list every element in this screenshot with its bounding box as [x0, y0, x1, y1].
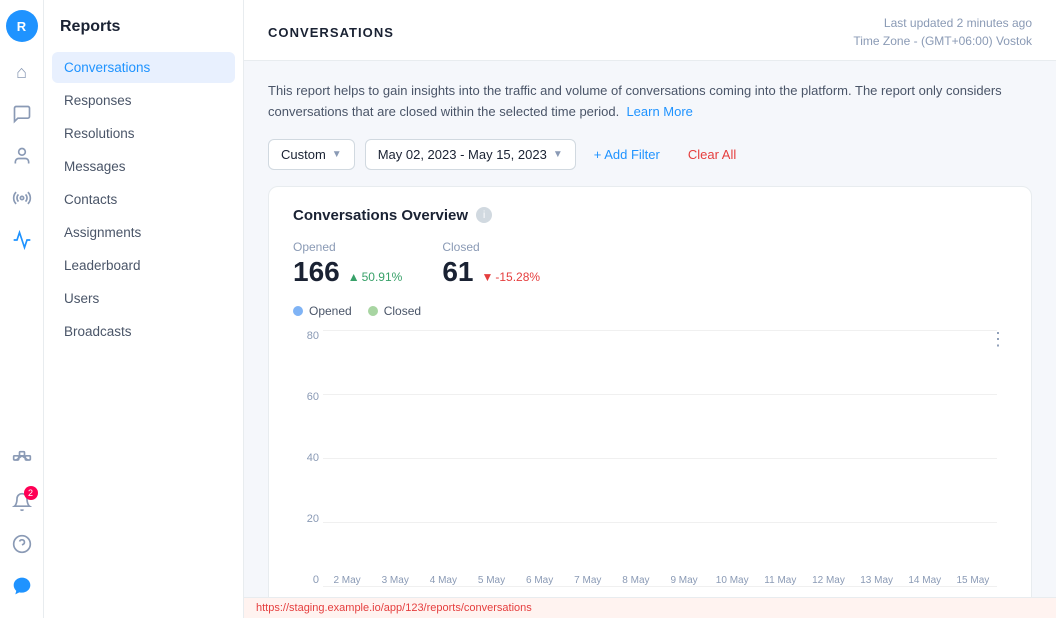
chat-icon[interactable]	[4, 96, 40, 132]
status-bar: https://staging.example.io/app/123/repor…	[244, 597, 1056, 618]
opened-stat: Opened 166 ▲ 50.91%	[293, 240, 402, 288]
y-axis: 80 60 40 20 0	[293, 330, 319, 586]
sidebar-item-users[interactable]: Users	[52, 283, 235, 314]
content-area: This report helps to gain insights into …	[244, 61, 1056, 597]
chatwoot-icon	[4, 568, 40, 604]
sidebar: Reports Conversations Responses Resoluti…	[44, 0, 244, 618]
opened-value-row: 166 ▲ 50.91%	[293, 256, 402, 288]
org-icon[interactable]	[4, 442, 40, 478]
x-label: 9 May	[660, 575, 708, 586]
sidebar-title: Reports	[44, 0, 243, 48]
sidebar-nav: Conversations Responses Resolutions Mess…	[44, 48, 243, 351]
x-label: 10 May	[708, 575, 756, 586]
sidebar-item-leaderboard[interactable]: Leaderboard	[52, 250, 235, 281]
contact-icon[interactable]	[4, 138, 40, 174]
sidebar-item-conversations[interactable]: Conversations	[52, 52, 235, 83]
chevron-down-icon: ▼	[553, 149, 563, 160]
x-label: 13 May	[853, 575, 901, 586]
info-icon[interactable]: i	[476, 207, 492, 223]
broadcast-icon[interactable]	[4, 180, 40, 216]
x-label: 12 May	[804, 575, 852, 586]
x-label: 6 May	[516, 575, 564, 586]
x-label: 2 May	[323, 575, 371, 586]
filter-type-select[interactable]: Custom ▼	[268, 139, 355, 170]
x-label: 8 May	[612, 575, 660, 586]
learn-more-link[interactable]: Learn More	[626, 104, 692, 119]
legend-closed-dot	[368, 306, 378, 316]
icon-rail: R ⌂ 2	[0, 0, 44, 618]
closed-label: Closed	[442, 240, 540, 254]
y-label-80: 80	[293, 330, 319, 342]
filter-date-select[interactable]: May 02, 2023 - May 15, 2023 ▼	[365, 139, 576, 170]
sidebar-item-resolutions[interactable]: Resolutions	[52, 118, 235, 149]
x-label: 7 May	[564, 575, 612, 586]
y-label-40: 40	[293, 452, 319, 464]
card-title: Conversations Overview	[293, 207, 468, 224]
sidebar-item-contacts[interactable]: Contacts	[52, 184, 235, 215]
help-icon[interactable]	[4, 526, 40, 562]
last-updated: Last updated 2 minutes ago Time Zone - (…	[853, 14, 1032, 50]
chevron-down-icon: ▼	[332, 149, 342, 160]
reports-icon[interactable]	[4, 222, 40, 258]
chart-wrap: ⋮ 80 60 40 20 0	[293, 330, 1007, 597]
x-labels: 2 May3 May4 May5 May6 May7 May8 May9 May…	[323, 575, 997, 586]
sidebar-item-messages[interactable]: Messages	[52, 151, 235, 182]
notification-wrap: 2	[4, 484, 40, 520]
closed-change: ▼ -15.28%	[481, 270, 540, 284]
add-filter-button[interactable]: + Add Filter	[586, 140, 668, 169]
opened-label: Opened	[293, 240, 402, 254]
home-icon[interactable]: ⌂	[4, 54, 40, 90]
description-text: This report helps to gain insights into …	[268, 81, 1032, 123]
top-bar: CONVERSATIONS Last updated 2 minutes ago…	[244, 0, 1056, 61]
sidebar-item-responses[interactable]: Responses	[52, 85, 235, 116]
opened-number: 166	[293, 256, 340, 288]
x-label: 14 May	[901, 575, 949, 586]
sidebar-item-broadcasts[interactable]: Broadcasts	[52, 316, 235, 347]
stats-row: Opened 166 ▲ 50.91% Closed 61 ▼ -15.28%	[293, 240, 1007, 288]
legend-opened: Opened	[293, 304, 352, 318]
card-header: Conversations Overview i	[293, 207, 1007, 224]
sidebar-item-assignments[interactable]: Assignments	[52, 217, 235, 248]
clear-all-button[interactable]: Clear All	[680, 140, 744, 169]
x-label: 11 May	[756, 575, 804, 586]
legend-closed: Closed	[368, 304, 421, 318]
grid-line-0	[323, 586, 997, 587]
main-content: CONVERSATIONS Last updated 2 minutes ago…	[244, 0, 1056, 618]
page-title: CONVERSATIONS	[268, 25, 394, 40]
chart-inner: 2 May3 May4 May5 May6 May7 May8 May9 May…	[323, 330, 997, 586]
bars-container	[323, 330, 997, 586]
chart-legend: Opened Closed	[293, 304, 1007, 318]
avatar: R	[6, 10, 38, 42]
closed-stat: Closed 61 ▼ -15.28%	[442, 240, 540, 288]
y-label-0: 0	[293, 574, 319, 586]
filter-bar: Custom ▼ May 02, 2023 - May 15, 2023 ▼ +…	[268, 139, 1032, 170]
x-label: 5 May	[467, 575, 515, 586]
closed-number: 61	[442, 256, 473, 288]
y-label-20: 20	[293, 513, 319, 525]
legend-opened-dot	[293, 306, 303, 316]
opened-change: ▲ 50.91%	[348, 270, 403, 284]
notification-badge: 2	[24, 486, 38, 500]
conversations-overview-card: Conversations Overview i Opened 166 ▲ 50…	[268, 186, 1032, 597]
x-label: 4 May	[419, 575, 467, 586]
x-label: 15 May	[949, 575, 997, 586]
x-label: 3 May	[371, 575, 419, 586]
closed-value-row: 61 ▼ -15.28%	[442, 256, 540, 288]
y-label-60: 60	[293, 391, 319, 403]
